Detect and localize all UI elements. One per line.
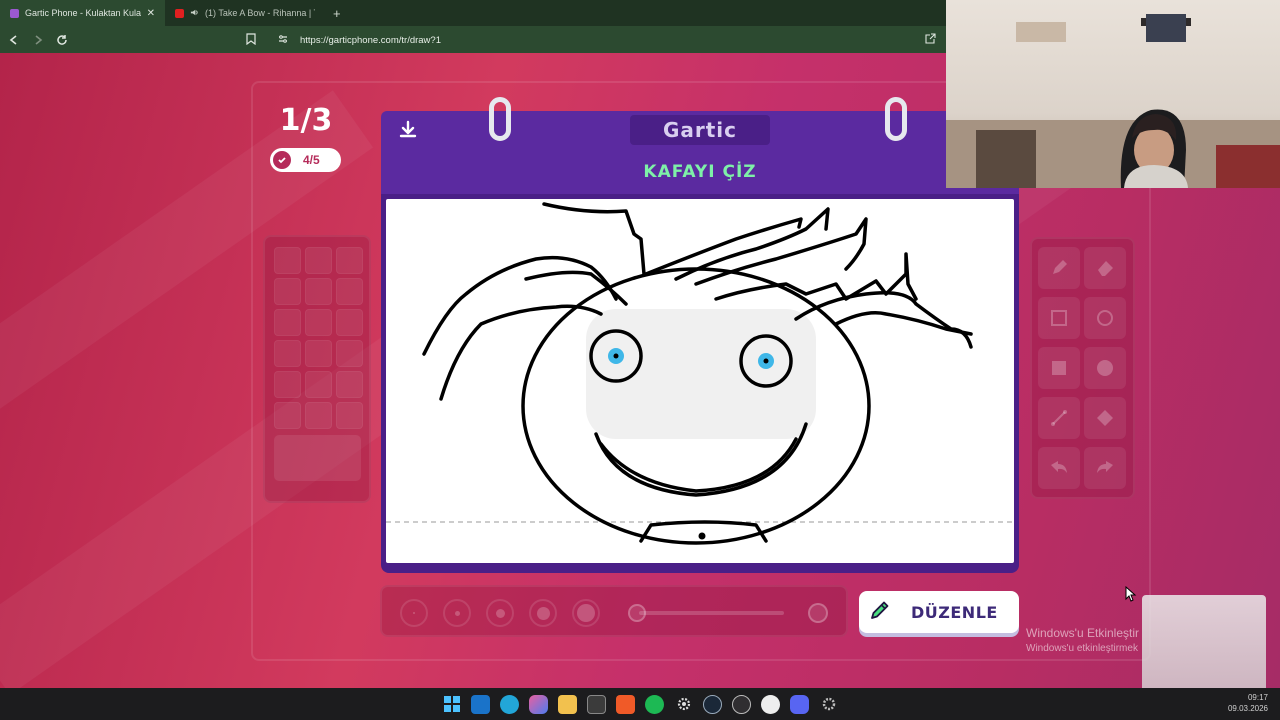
color-palette: [263, 235, 371, 503]
color-swatch[interactable]: [336, 309, 363, 336]
undo-icon[interactable]: [1038, 447, 1080, 489]
edit-button[interactable]: DÜZENLE: [859, 591, 1019, 633]
windows-activation-watermark: Windows'u Etkinleştir Windows'u etkinleş…: [1026, 626, 1139, 654]
brush-size-5[interactable]: [572, 599, 600, 627]
color-swatch[interactable]: [336, 371, 363, 398]
tab-title: (1) Take A Bow - Rihanna | The W: [205, 8, 315, 18]
drawing-canvas[interactable]: [386, 199, 1014, 563]
settings-icon[interactable]: [674, 695, 693, 714]
color-swatch[interactable]: [336, 402, 363, 429]
url-text: https://garticphone.com/tr/draw?1: [300, 34, 441, 46]
edge-icon[interactable]: [500, 694, 519, 714]
windows-start-icon[interactable]: [442, 695, 461, 714]
store-icon[interactable]: [587, 694, 606, 714]
forward-icon[interactable]: [28, 30, 48, 50]
color-swatch[interactable]: [274, 247, 301, 274]
reload-icon[interactable]: [52, 30, 72, 50]
redo-icon[interactable]: [1084, 447, 1126, 489]
drawing-artwork: [386, 202, 1014, 545]
new-tab-button[interactable]: +: [325, 0, 349, 26]
address-bar[interactable]: https://garticphone.com/tr/draw?1: [246, 30, 946, 50]
opacity-slider-thumb[interactable]: [808, 603, 828, 623]
file-explorer-icon[interactable]: [558, 694, 577, 714]
notebook-body: [381, 194, 1019, 573]
drawing-tools: [1030, 237, 1135, 499]
brush-size-2[interactable]: [443, 599, 471, 627]
activation-line-1: Windows'u Etkinleştir: [1026, 626, 1139, 640]
cursor-icon: [1125, 585, 1137, 607]
gear-icon[interactable]: [819, 695, 838, 714]
circle-fill-icon[interactable]: [1084, 347, 1126, 389]
brush-size-4[interactable]: [529, 599, 557, 627]
color-swatch[interactable]: [305, 402, 332, 429]
outlook-icon[interactable]: [471, 694, 490, 714]
discord-icon[interactable]: [790, 694, 809, 714]
steam-icon[interactable]: [703, 694, 722, 714]
color-swatch[interactable]: [305, 340, 332, 367]
webcam-overlay: [946, 0, 1280, 188]
color-swatch[interactable]: [305, 371, 332, 398]
system-clock[interactable]: 09:17 09.03.2026: [1228, 692, 1268, 714]
clock-time: 09:17: [1247, 693, 1268, 702]
opacity-slider[interactable]: [639, 611, 784, 615]
rectangle-outline-icon[interactable]: [1038, 297, 1080, 339]
color-swatch[interactable]: [305, 278, 332, 305]
custom-color-picker[interactable]: [274, 435, 361, 481]
activation-line-2: Windows'u etkinleştirmek: [1026, 643, 1138, 654]
color-swatch[interactable]: [305, 309, 332, 336]
line-icon[interactable]: [1038, 397, 1080, 439]
color-swatch[interactable]: [274, 278, 301, 305]
gartic-logo: Gartic: [630, 115, 770, 145]
logo-text: Gartic: [662, 118, 738, 142]
obs-icon[interactable]: [732, 694, 751, 714]
brush-size-1[interactable]: [400, 599, 428, 627]
pencil-icon: [869, 599, 891, 626]
tab-youtube[interactable]: (1) Take A Bow - Rihanna | The W: [165, 0, 325, 26]
notebook-header: Gartic KAFAYI ÇİZ: [381, 97, 1019, 201]
rectangle-fill-icon[interactable]: [1038, 347, 1080, 389]
download-icon[interactable]: [397, 119, 419, 141]
binder-ring-left: [489, 97, 511, 141]
color-swatch[interactable]: [274, 402, 301, 429]
color-swatch[interactable]: [274, 309, 301, 336]
color-swatch[interactable]: [336, 247, 363, 274]
pencil-icon[interactable]: [1038, 247, 1080, 289]
color-swatch[interactable]: [336, 278, 363, 305]
color-swatch[interactable]: [305, 247, 332, 274]
eraser-icon[interactable]: [1084, 247, 1126, 289]
binder-ring-right: [885, 97, 907, 141]
brave-icon[interactable]: [616, 694, 635, 714]
brush-settings: [380, 585, 848, 637]
brush-size-3[interactable]: [486, 599, 514, 627]
fill-bucket-icon[interactable]: [1084, 397, 1126, 439]
edit-button-label: DÜZENLE: [911, 602, 998, 622]
players-done-badge: 4/5: [270, 148, 341, 172]
share-icon[interactable]: [925, 33, 936, 47]
close-tab-icon[interactable]: ✕: [147, 8, 155, 19]
browser-tab-bar: Gartic Phone - Kulaktan Kulağa ✕ (1) Tak…: [0, 0, 946, 26]
check-icon: [273, 151, 291, 169]
tab-title: Gartic Phone - Kulaktan Kulağa: [25, 8, 141, 18]
copilot-icon[interactable]: [529, 694, 548, 714]
color-swatch[interactable]: [274, 371, 301, 398]
site-info-icon[interactable]: [278, 34, 288, 47]
tab-gartic-phone[interactable]: Gartic Phone - Kulaktan Kulağa ✕: [0, 0, 165, 26]
color-swatch[interactable]: [336, 340, 363, 367]
canvas-watermark-logo: [586, 309, 816, 439]
back-icon[interactable]: [4, 30, 24, 50]
color-swatch[interactable]: [274, 340, 301, 367]
players-done-count: 4/5: [303, 153, 320, 167]
audio-playing-icon: [190, 8, 199, 19]
gartic-favicon-icon: [10, 8, 19, 18]
spotify-icon[interactable]: [645, 694, 664, 714]
round-counter: 1/3: [279, 103, 333, 138]
app-icon[interactable]: [761, 694, 780, 714]
clock-date: 09.03.2026: [1227, 704, 1268, 713]
youtube-favicon-icon: [175, 8, 184, 18]
windows-taskbar: 09:17 09.03.2026: [0, 688, 1280, 720]
circle-outline-icon[interactable]: [1084, 297, 1126, 339]
browser-toolbar: https://garticphone.com/tr/draw?1: [0, 26, 946, 53]
bookmark-icon[interactable]: [246, 32, 256, 48]
drawing-prompt: KAFAYI ÇİZ: [643, 162, 757, 182]
